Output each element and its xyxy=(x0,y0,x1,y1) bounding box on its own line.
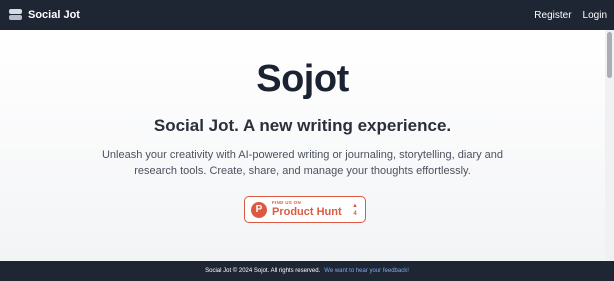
upvote-arrow-icon: ▲ xyxy=(352,202,358,209)
scrollbar-thumb[interactable] xyxy=(607,32,612,78)
brand-name: Social Jot xyxy=(28,9,80,21)
vertical-scrollbar[interactable] xyxy=(605,30,614,261)
product-hunt-name: Product Hunt xyxy=(272,205,342,218)
footer-copyright: Social Jot © 2024 Sojot. All rights rese… xyxy=(205,268,321,274)
upvote-count: ▲ 4 xyxy=(352,202,358,218)
top-navbar: Social Jot Register Login xyxy=(0,0,614,30)
hero-title: Sojot xyxy=(256,58,349,100)
product-hunt-logo-icon: P xyxy=(251,201,267,218)
product-hunt-text: FIND US ON Product Hunt xyxy=(272,201,342,218)
register-link[interactable]: Register xyxy=(534,10,571,21)
product-hunt-badge[interactable]: P FIND US ON Product Hunt ▲ 4 xyxy=(244,196,366,223)
footer: Social Jot © 2024 Sojot. All rights rese… xyxy=(0,261,614,281)
feedback-link[interactable]: We want to hear your feedback! xyxy=(324,268,409,274)
hero-section: Sojot Social Jot. A new writing experien… xyxy=(0,30,605,261)
hero-description: Unleash your creativity with AI-powered … xyxy=(101,149,504,177)
brand-link[interactable]: Social Jot xyxy=(9,9,80,21)
stack-logo-icon xyxy=(9,9,22,21)
hero-subtitle: Social Jot. A new writing experience. xyxy=(153,116,452,135)
nav-links: Register Login xyxy=(534,10,607,21)
login-link[interactable]: Login xyxy=(583,10,607,21)
vote-count: 4 xyxy=(353,210,357,217)
